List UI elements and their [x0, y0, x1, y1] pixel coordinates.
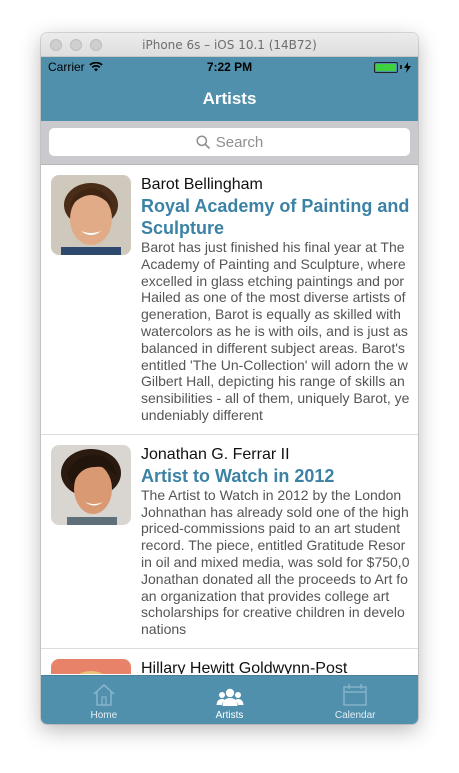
- navigation-bar: Artists: [41, 77, 418, 121]
- battery-indicator: [374, 61, 411, 73]
- list-item-artist[interactable]: Hillary Hewitt Goldwynn-Post: [41, 649, 418, 674]
- status-bar: Carrier 7:22 PM: [41, 57, 418, 77]
- tab-label: Artists: [215, 710, 244, 721]
- home-icon: [93, 683, 115, 706]
- charging-bolt-icon: [404, 61, 411, 73]
- artist-headline: Artist to Watch in 2012: [141, 465, 335, 486]
- carrier-label: Carrier: [48, 60, 85, 74]
- artist-name: Hillary Hewitt Goldwynn-Post: [141, 659, 348, 674]
- close-window-button[interactable]: [50, 39, 62, 51]
- window-controls: [50, 39, 102, 51]
- tab-label: Home: [90, 710, 118, 721]
- search-icon: [196, 135, 210, 149]
- tab-artists[interactable]: Artists: [167, 676, 293, 724]
- wifi-icon: [88, 62, 103, 72]
- artist-bio: Barot has just finished his final year a…: [141, 239, 410, 423]
- calendar-icon: [343, 684, 367, 706]
- window-title: iPhone 6s – iOS 10.1 (14B72): [142, 37, 317, 52]
- tab-calendar[interactable]: Calendar: [292, 676, 418, 724]
- battery-level: [376, 63, 396, 71]
- window-titlebar: iPhone 6s – iOS 10.1 (14B72): [41, 33, 418, 57]
- tab-label: Calendar: [334, 710, 376, 721]
- avatar: [51, 175, 131, 255]
- search-input[interactable]: Search: [49, 128, 410, 156]
- zoom-window-button[interactable]: [90, 39, 102, 51]
- nav-title: Artists: [202, 89, 257, 108]
- simulator-window: iPhone 6s – iOS 10.1 (14B72) Carrier 7:2…: [41, 33, 418, 724]
- tab-bar: Home Artists Calendar: [41, 675, 418, 724]
- artist-name: Barot Bellingham: [141, 176, 263, 193]
- list-item-artist[interactable]: Barot Bellingham Royal Academy of Painti…: [41, 165, 418, 435]
- artists-icon: [216, 688, 243, 706]
- list-item-artist[interactable]: Jonathan G. Ferrar II Artist to Watch in…: [41, 435, 418, 649]
- artist-bio: The Artist to Watch in 2012 by the Londo…: [141, 486, 410, 638]
- search-bar: Search: [41, 121, 418, 165]
- minimize-window-button[interactable]: [70, 39, 82, 51]
- artist-headline: Royal Academy of Painting and Sculpture: [141, 196, 410, 238]
- artist-name: Jonathan G. Ferrar II: [141, 445, 290, 463]
- avatar: [51, 444, 131, 525]
- search-placeholder: Search: [215, 133, 264, 151]
- tab-home[interactable]: Home: [41, 676, 167, 724]
- avatar: [51, 658, 131, 674]
- artist-list[interactable]: Barot Bellingham Royal Academy of Painti…: [41, 165, 418, 674]
